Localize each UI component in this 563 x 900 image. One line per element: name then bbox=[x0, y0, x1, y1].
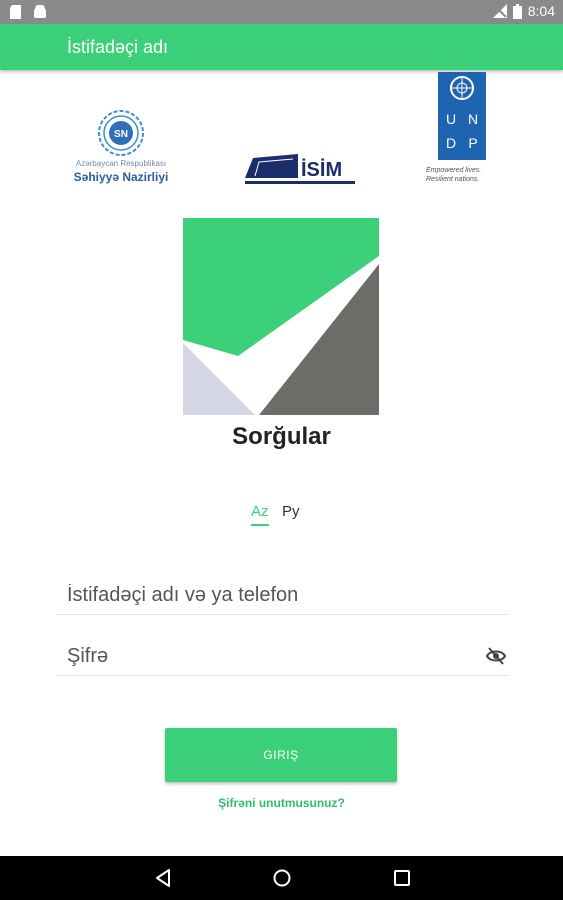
undp-letter-p: P bbox=[468, 135, 477, 151]
undp-tagline-1: Empowered lives. bbox=[426, 167, 482, 174]
recent-apps-icon[interactable] bbox=[392, 868, 412, 888]
status-bar: 8:04 bbox=[0, 0, 563, 24]
status-time: 8:04 bbox=[527, 3, 555, 19]
app-bar-title: İstifadəçi adı bbox=[67, 37, 169, 57]
signal-off-icon bbox=[492, 4, 507, 18]
sd-card-icon bbox=[10, 5, 21, 19]
language-az-tab[interactable]: Az bbox=[251, 503, 269, 526]
forgot-password-link[interactable]: Şifrəni unutmusunuz? bbox=[0, 796, 563, 810]
undp-tagline-2: Resilient nations. bbox=[426, 176, 480, 183]
home-icon[interactable] bbox=[272, 868, 292, 888]
undp-logo: U N D P bbox=[438, 72, 486, 160]
undp-letter-n: N bbox=[468, 111, 478, 127]
language-ru-tab[interactable]: Ру bbox=[282, 503, 300, 520]
password-field bbox=[56, 635, 508, 676]
ministry-label-country: Azərbaycan Respublikası bbox=[75, 159, 167, 168]
isim-logo: İSİM bbox=[245, 154, 355, 184]
eye-off-icon[interactable] bbox=[486, 647, 506, 665]
login-button[interactable]: GIRIŞ bbox=[165, 728, 397, 782]
svg-text:SN: SN bbox=[114, 129, 128, 140]
android-icon bbox=[34, 5, 46, 18]
undp-tagline: Empowered lives. Resilient nations. bbox=[426, 166, 504, 184]
username-field bbox=[56, 574, 508, 615]
isim-logo-text: İSİM bbox=[301, 158, 342, 181]
ministry-label-name: Səhiyyə Nazirliyi bbox=[73, 170, 169, 184]
back-icon[interactable] bbox=[154, 868, 174, 888]
app-name: Sorğular bbox=[232, 423, 331, 450]
undp-letter-d: D bbox=[446, 135, 456, 151]
undp-letter-u: U bbox=[446, 111, 456, 127]
app-bar: İstifadəçi adı bbox=[0, 24, 563, 70]
app-logo-checkmark bbox=[183, 218, 379, 415]
navigation-bar bbox=[0, 856, 563, 900]
battery-icon bbox=[512, 3, 522, 19]
username-input[interactable] bbox=[65, 578, 479, 612]
password-input[interactable] bbox=[65, 639, 479, 673]
